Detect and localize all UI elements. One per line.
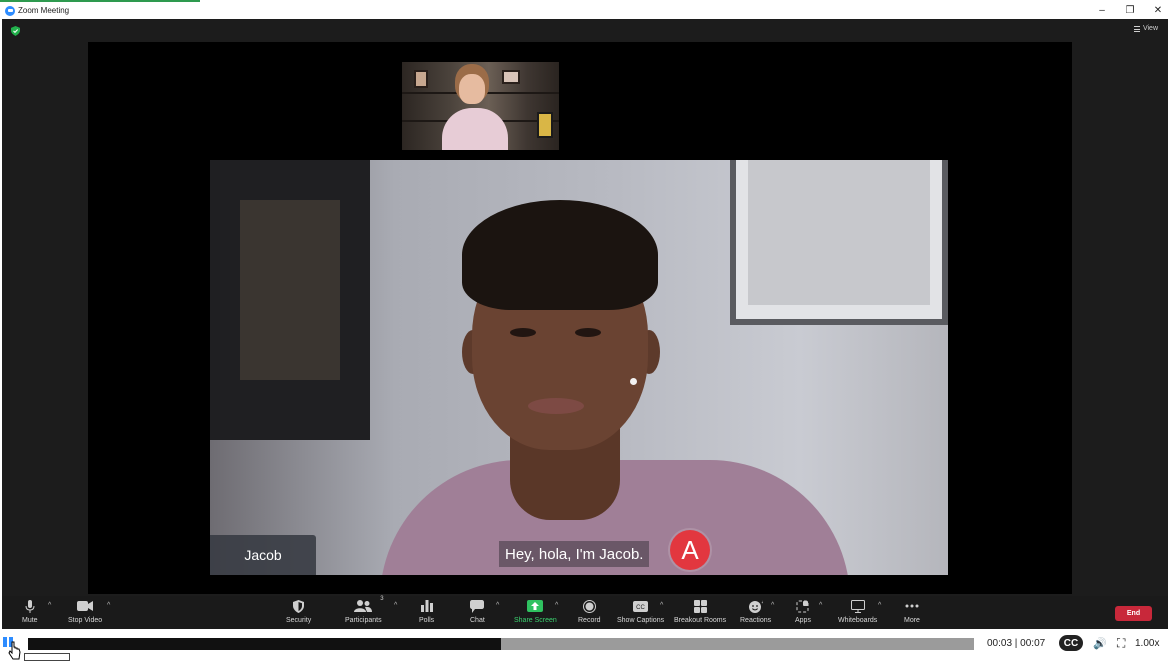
whiteboards-chevron-icon[interactable]: ^ xyxy=(878,602,881,609)
chat-label: Chat xyxy=(470,617,485,624)
participants-button[interactable]: 3 Participants xyxy=(345,596,384,628)
polls-button[interactable]: Polls xyxy=(419,598,434,628)
view-grid-icon xyxy=(1133,25,1140,32)
wall-poster xyxy=(210,160,370,440)
title-bar: Zoom Meeting – ❐ ✕ xyxy=(0,2,1172,19)
chat-chevron-icon[interactable]: ^ xyxy=(496,602,499,609)
show-captions-label: Show Captions xyxy=(617,617,665,624)
share-screen-label: Share Screen xyxy=(514,617,557,624)
breakout-rooms-icon xyxy=(693,599,707,613)
more-dots-icon xyxy=(905,604,919,608)
speaker-earring xyxy=(630,378,637,385)
whiteboards-label: Whiteboards xyxy=(838,617,878,624)
svg-text:+: + xyxy=(761,600,763,606)
audio-options-chevron-icon[interactable]: ^ xyxy=(48,602,51,609)
restore-button[interactable]: ❐ xyxy=(1116,2,1144,19)
minimize-button[interactable]: – xyxy=(1088,2,1116,19)
close-button[interactable]: ✕ xyxy=(1144,2,1172,19)
participant-head xyxy=(459,74,485,104)
mute-label: Mute xyxy=(22,617,38,624)
share-screen-button[interactable]: Share Screen xyxy=(514,598,557,628)
window-controls: – ❐ ✕ xyxy=(1088,2,1172,19)
stop-video-button[interactable]: Stop Video xyxy=(68,598,102,628)
chat-button[interactable]: Chat xyxy=(470,598,485,628)
video-camera-icon xyxy=(77,601,94,611)
speaker-hair xyxy=(462,200,658,310)
closed-captions-button[interactable]: CC xyxy=(1059,635,1083,651)
reactions-label: Reactions xyxy=(740,617,772,624)
time-display: 00:03 | 00:07 xyxy=(987,638,1046,649)
apps-chevron-icon[interactable]: ^ xyxy=(819,602,822,609)
shield-icon xyxy=(293,599,305,613)
annotation-marker: A xyxy=(670,530,710,570)
end-meeting-button[interactable]: End xyxy=(1115,606,1152,621)
polls-label: Polls xyxy=(419,617,435,624)
record-label: Record xyxy=(578,617,601,624)
app-window: Zoom Meeting – ❐ ✕ View Jacob Hey, hola,… xyxy=(0,0,1172,661)
video-player-controls: 00:03 | 00:07 CC 🔊 ⛶ 1.00x xyxy=(0,629,1172,661)
zoom-logo-icon xyxy=(5,5,15,16)
apps-icon xyxy=(796,600,809,612)
progress-bar[interactable] xyxy=(28,638,974,650)
reactions-button[interactable]: + Reactions xyxy=(740,598,771,628)
meeting-toolbar: Mute ^ Stop Video ^ Security 3 Participa… xyxy=(2,596,1168,629)
apps-button[interactable]: Apps xyxy=(795,598,811,628)
captions-chevron-icon[interactable]: ^ xyxy=(660,602,663,609)
video-stage: Jacob Hey, hola, I'm Jacob. A xyxy=(88,42,1072,594)
participants-chevron-icon[interactable]: ^ xyxy=(394,602,397,609)
share-screen-chevron-icon[interactable]: ^ xyxy=(555,602,558,609)
breakout-rooms-label: Breakout Rooms xyxy=(674,617,727,624)
record-icon xyxy=(582,599,596,613)
mouse-pointer-icon xyxy=(8,641,21,660)
stop-video-label: Stop Video xyxy=(68,617,103,624)
wall-frame xyxy=(730,160,948,325)
encryption-shield-icon[interactable] xyxy=(11,26,20,36)
live-caption: Hey, hola, I'm Jacob. xyxy=(499,541,650,567)
chat-bubble-icon xyxy=(470,599,485,613)
bar-chart-icon xyxy=(420,600,433,612)
frame-inner xyxy=(748,160,930,305)
progress-fill xyxy=(28,638,501,650)
participants-icon xyxy=(354,600,373,612)
reactions-chevron-icon[interactable]: ^ xyxy=(771,602,774,609)
participants-label: Participants xyxy=(345,617,382,624)
view-button[interactable]: View xyxy=(1133,25,1158,32)
meeting-area: View Jacob Hey, hola, I'm Jacob. A Mute … xyxy=(2,19,1168,629)
apps-label: Apps xyxy=(795,617,811,624)
wall-frame xyxy=(537,112,553,138)
pause-icon xyxy=(3,637,7,647)
record-button[interactable]: Record xyxy=(578,598,601,628)
participants-count: 3 xyxy=(380,596,384,602)
emoji-icon: + xyxy=(748,600,763,613)
view-label: View xyxy=(1142,25,1158,32)
window-title: Zoom Meeting xyxy=(18,6,70,15)
mute-button[interactable]: Mute xyxy=(22,598,38,628)
closed-captions-icon: CC xyxy=(633,600,649,612)
svg-text:CC: CC xyxy=(636,605,645,611)
security-label: Security xyxy=(286,617,312,624)
video-options-chevron-icon[interactable]: ^ xyxy=(107,602,110,609)
security-button[interactable]: Security xyxy=(286,598,311,628)
active-speaker-video[interactable]: Jacob Hey, hola, I'm Jacob. A xyxy=(210,160,948,575)
wall-frame xyxy=(502,70,520,84)
wall-frame xyxy=(414,70,428,88)
pause-tooltip xyxy=(24,653,70,661)
participant-name-badge: Jacob xyxy=(210,535,316,575)
fullscreen-icon[interactable]: ⛶ xyxy=(1117,636,1125,651)
share-screen-icon xyxy=(527,600,544,612)
speaker-eye xyxy=(575,328,601,337)
microphone-icon xyxy=(25,599,35,613)
playback-speed-button[interactable]: 1.00x xyxy=(1135,638,1159,649)
more-button[interactable]: More xyxy=(904,598,920,628)
participant-thumbnail[interactable] xyxy=(402,62,559,150)
whiteboards-button[interactable]: Whiteboards xyxy=(838,598,877,628)
volume-icon[interactable]: 🔊 xyxy=(1093,637,1107,650)
speaker-eye xyxy=(510,328,536,337)
poster-inner xyxy=(240,200,340,380)
more-label: More xyxy=(904,617,920,624)
breakout-rooms-button[interactable]: Breakout Rooms xyxy=(674,598,726,628)
whiteboard-icon xyxy=(850,599,865,613)
show-captions-button[interactable]: CC Show Captions xyxy=(617,598,664,628)
speaker-mouth xyxy=(528,398,584,414)
